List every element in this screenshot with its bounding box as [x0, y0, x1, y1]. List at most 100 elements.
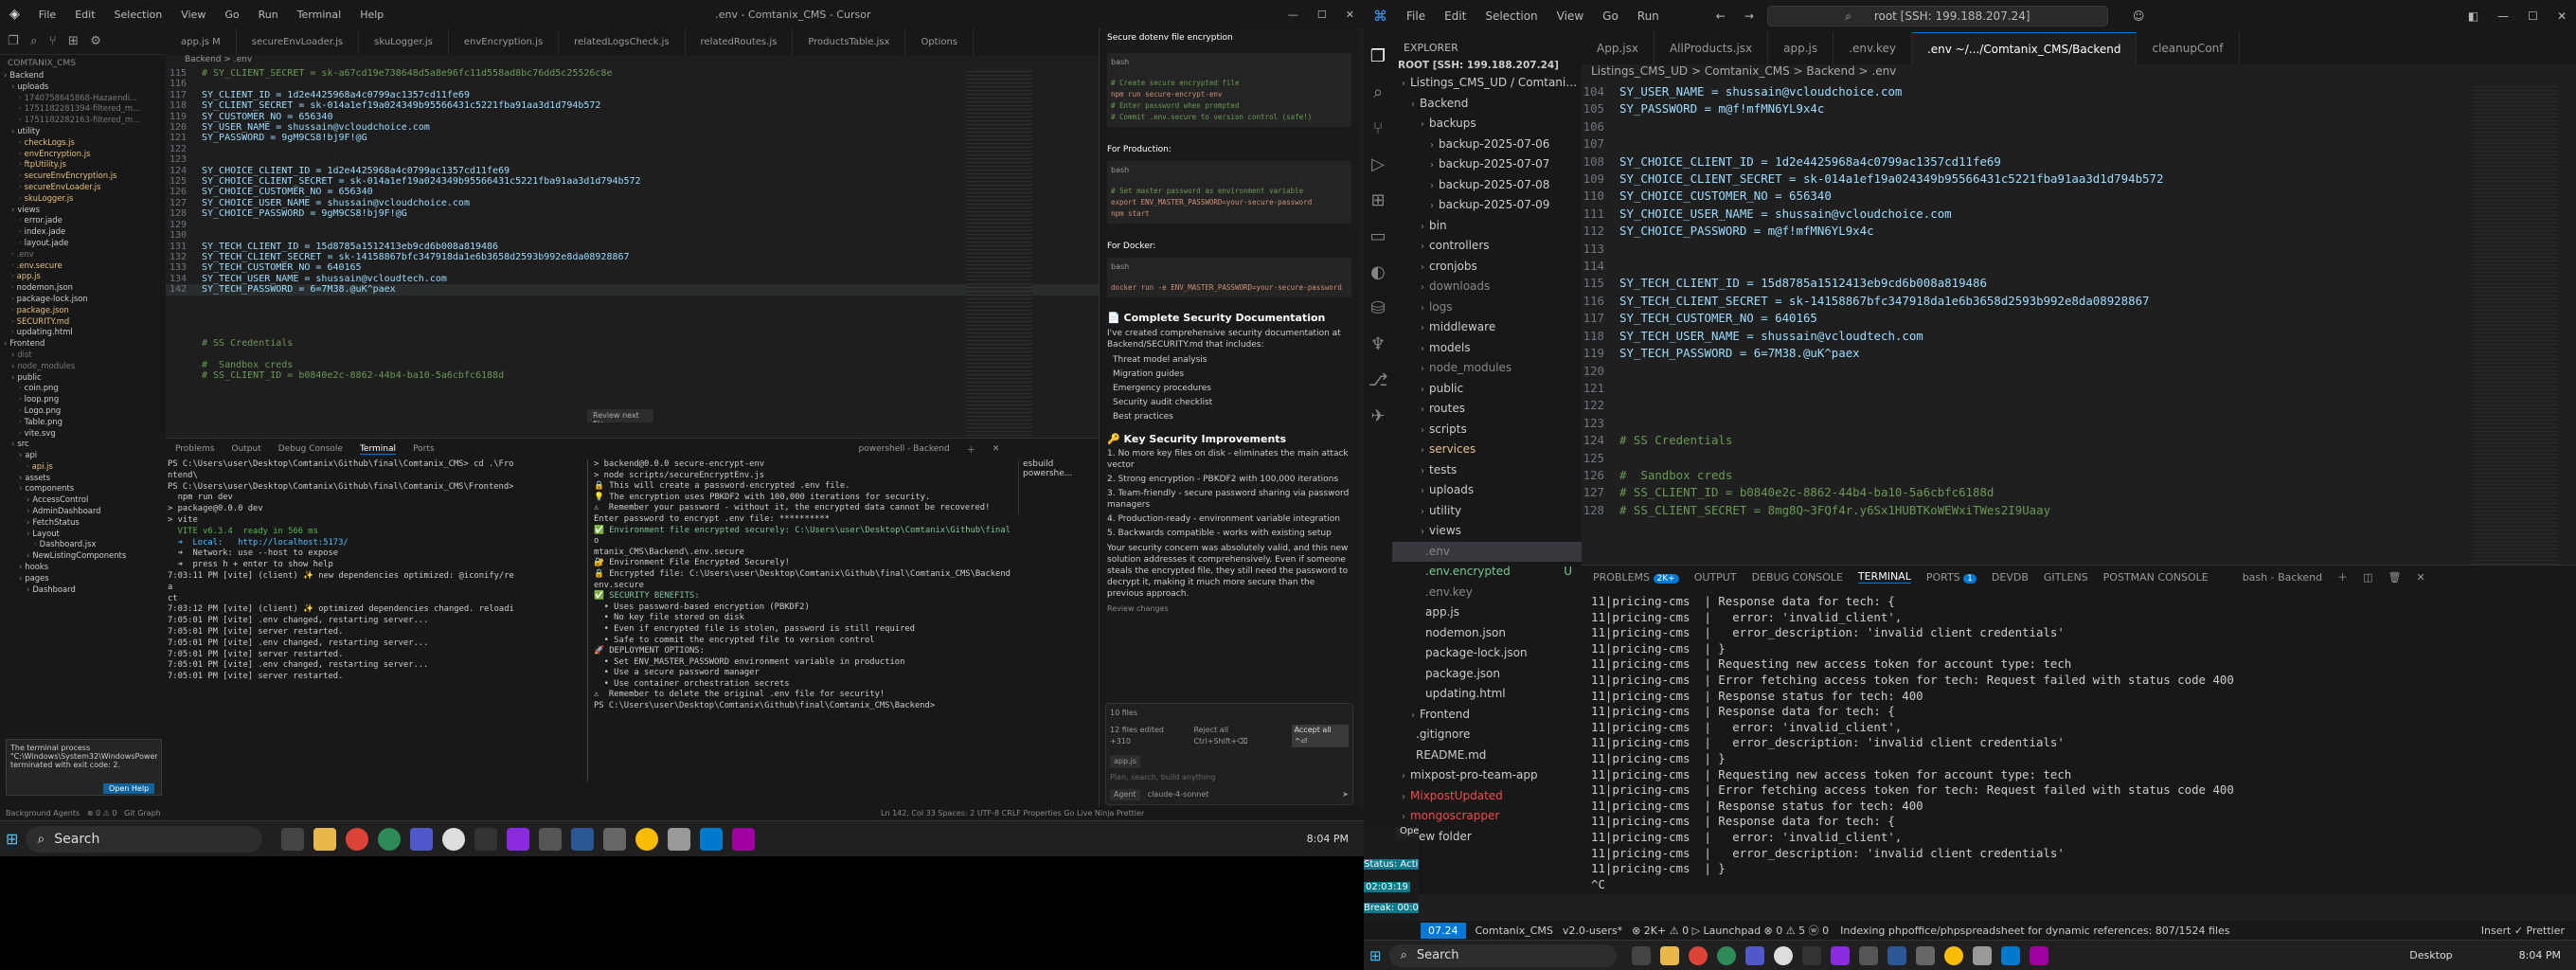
close-panel-icon[interactable]: ✕: [993, 444, 1000, 454]
menu-run[interactable]: Run: [249, 9, 288, 21]
file-tree-item[interactable]: › Layout: [0, 529, 166, 540]
file-explorer-icon[interactable]: [313, 827, 337, 851]
send-icon[interactable]: ➤: [1342, 789, 1349, 800]
file-tree-item[interactable]: › uploads: [1392, 480, 1582, 501]
file-tree-item[interactable]: · layout.jade: [0, 238, 166, 249]
app-icon[interactable]: [1887, 945, 1906, 965]
terminal-backend[interactable]: > backend@0.0.0 secure-encrypt-env > node…: [594, 459, 1011, 786]
file-tree-item[interactable]: › mongoscrapper: [1392, 806, 1582, 827]
editor-tab[interactable]: .env.key: [1834, 32, 1912, 64]
file-tree-item[interactable]: nodemon.json: [1392, 623, 1582, 644]
file-tree-item[interactable]: updating.html: [1392, 684, 1582, 705]
file-tree-item[interactable]: › middleware: [1392, 317, 1582, 338]
extensions-icon[interactable]: ⊞: [1367, 189, 1389, 212]
python-icon[interactable]: ♆: [1367, 333, 1389, 356]
file-tree-item[interactable]: · ftpUtility.js: [0, 159, 166, 171]
panel-tab-terminal[interactable]: TERMINAL: [1857, 570, 1911, 584]
file-tree-item[interactable]: › models: [1392, 338, 1582, 359]
terminal-list-item[interactable]: powershe...: [1023, 469, 1099, 478]
file-tree-item[interactable]: › components: [0, 483, 166, 494]
file-tree-item[interactable]: › views: [0, 205, 166, 216]
file-tree-item[interactable]: · Table.png: [0, 417, 166, 428]
command-center[interactable]: ⌕ root [SSH: 199.188.207.24]: [1766, 6, 2108, 27]
file-tree-item[interactable]: · secureEnvEncryption.js: [0, 171, 166, 182]
clock[interactable]: 8:04 PM: [1307, 833, 1349, 845]
file-tree-item[interactable]: › backup-2025-07-07: [1392, 154, 1582, 175]
file-tree-item[interactable]: › controllers: [1392, 236, 1582, 257]
task-view-icon[interactable]: [281, 827, 305, 851]
vscode-icon[interactable]: [700, 827, 724, 851]
close-icon[interactable]: ✕: [1336, 9, 1364, 21]
close-icon[interactable]: ✕: [2548, 9, 2576, 23]
gitlens-icon[interactable]: ◐: [1367, 261, 1389, 284]
agent-selector[interactable]: Agent: [1110, 789, 1140, 800]
split-terminal-icon[interactable]: ◫: [2363, 571, 2372, 584]
file-tree-item[interactable]: › node_modules: [1392, 358, 1582, 379]
status-branch[interactable]: v2.0-users*: [1563, 925, 1622, 937]
windows-start-icon[interactable]: ⊞: [6, 830, 18, 848]
panel-tab-problems[interactable]: PROBLEMS 2K+: [1593, 571, 1679, 584]
file-tree-item[interactable]: · nodemon.json: [0, 282, 166, 294]
chrome-icon[interactable]: [1943, 945, 1963, 965]
file-tree-item[interactable]: › Frontend: [0, 338, 166, 350]
nav-forward-icon[interactable]: →: [1735, 9, 1763, 23]
file-tree-item[interactable]: · package-lock.json: [0, 294, 166, 305]
explorer-root[interactable]: ROOT [SSH: 199.188.207.24]: [1392, 58, 1582, 73]
editor-tab[interactable]: skuLogger.js: [359, 28, 449, 55]
status-right[interactable]: Ln 142, Col 33 Spaces: 2 UTF-8 CRLF Prop…: [881, 809, 1144, 817]
file-tree-item[interactable]: · skuLogger.js: [0, 193, 166, 205]
app-icon[interactable]: [1972, 945, 1992, 965]
app-icon[interactable]: [571, 827, 595, 851]
file-tree-item[interactable]: package.json: [1392, 664, 1582, 685]
file-tree-item[interactable]: › api: [0, 450, 166, 461]
editor-tab[interactable]: AllProducts.jsx: [1655, 32, 1769, 64]
app-icon[interactable]: [2029, 945, 2048, 965]
layout-icon[interactable]: ◧: [2459, 9, 2488, 23]
file-tree-item[interactable]: › views: [1392, 521, 1582, 542]
menu-go[interactable]: Go: [1593, 9, 1628, 23]
panel-tab-ports[interactable]: PORTS 1: [1926, 571, 1977, 584]
file-tree-item[interactable]: · package.json: [0, 305, 166, 316]
menu-file[interactable]: File: [29, 9, 65, 21]
new-terminal-icon[interactable]: ＋: [967, 443, 975, 456]
open-help-button[interactable]: Open Help: [103, 783, 155, 794]
menu-help[interactable]: Help: [350, 9, 393, 21]
cursor-icon[interactable]: [1801, 945, 1821, 965]
panel-tab-devdb[interactable]: DEVDB: [1992, 571, 2029, 584]
file-tree-item[interactable]: › AdminDashboard: [0, 506, 166, 517]
file-tree-item[interactable]: package-lock.json: [1392, 643, 1582, 664]
file-tree-item[interactable]: · coin.png: [0, 383, 166, 394]
maximize-icon[interactable]: ☐: [1308, 9, 1336, 21]
right-breadcrumb[interactable]: Listings_CMS_UD > Comtanix_CMS > Backend…: [1582, 64, 2576, 81]
file-tree-item[interactable]: › Frontend: [1392, 705, 1582, 726]
file-tree-item[interactable]: · api.js: [0, 461, 166, 473]
file-tree-item[interactable]: › tests: [1392, 460, 1582, 481]
file-tree-item[interactable]: › AccessControl: [0, 494, 166, 506]
search-icon[interactable]: ⌕: [30, 34, 37, 48]
remote-explorer-icon[interactable]: ▭: [1367, 225, 1389, 248]
search-icon[interactable]: ⌕: [1367, 81, 1389, 104]
menu-view[interactable]: View: [1547, 9, 1593, 23]
file-tree-item[interactable]: › Backend: [0, 70, 166, 81]
status-project[interactable]: Comtanix_CMS: [1476, 925, 1553, 937]
file-tree-item[interactable]: · loop.png: [0, 394, 166, 405]
minimize-icon[interactable]: —: [2488, 9, 2518, 23]
file-tree-item[interactable]: · SECURITY.md: [0, 316, 166, 328]
file-tree-item[interactable]: · .env.secure: [0, 260, 166, 272]
accept-all-button[interactable]: Accept all ^⏎: [1291, 725, 1349, 747]
app-icon[interactable]: [507, 827, 530, 851]
menu-selection[interactable]: Selection: [105, 9, 172, 21]
explorer-icon[interactable]: ❐: [1367, 45, 1389, 68]
app-icon[interactable]: [603, 827, 627, 851]
file-tree-item[interactable]: .env: [1392, 541, 1582, 562]
app-icon[interactable]: [1915, 945, 1935, 965]
editor-tab[interactable]: secureEnvLoader.js: [237, 28, 360, 55]
file-tree-item[interactable]: · vite.svg: [0, 428, 166, 440]
git-graph-icon[interactable]: ⎇: [1367, 369, 1389, 392]
file-tree-item[interactable]: › mixpost-pro-team-app: [1392, 765, 1582, 786]
file-tree-item[interactable]: › backups: [1392, 114, 1582, 135]
menu-terminal[interactable]: Terminal: [288, 9, 351, 21]
file-tree-item[interactable]: › public: [0, 372, 166, 384]
file-tree-item[interactable]: › src: [0, 439, 166, 450]
edge-icon[interactable]: [378, 827, 402, 851]
